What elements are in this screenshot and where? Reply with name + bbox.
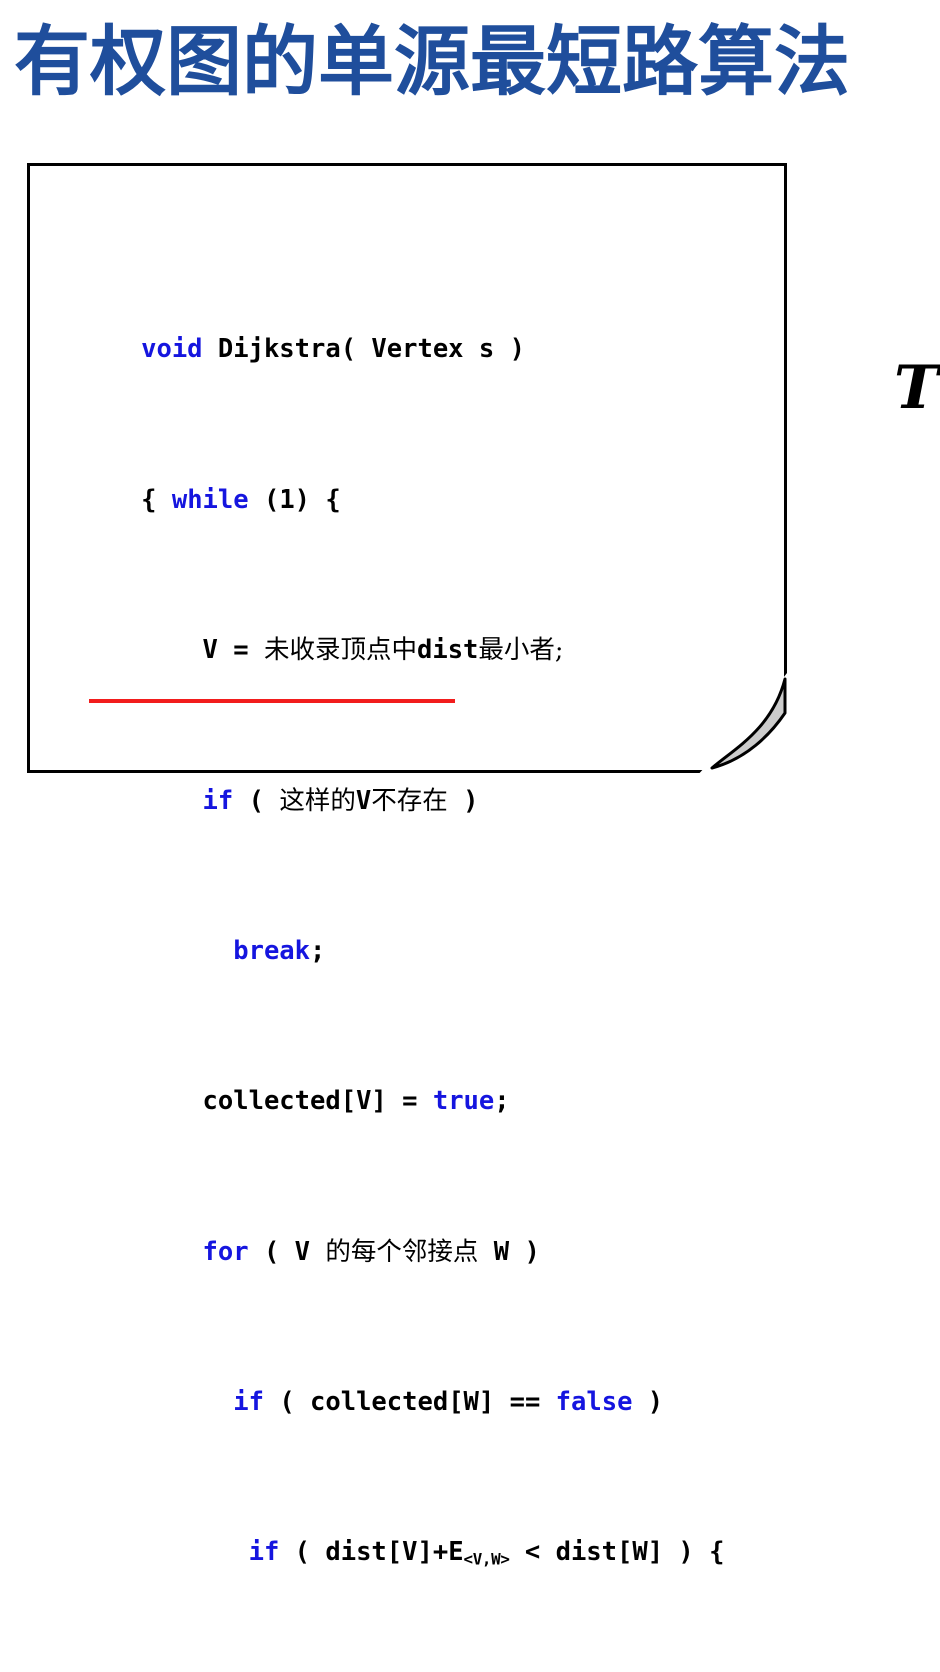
code-text: ; bbox=[310, 935, 326, 966]
code-line-1: void Dijkstra( Vertex s ) bbox=[49, 294, 779, 364]
right-edge-glyph: T bbox=[894, 353, 939, 423]
code-text: { bbox=[141, 484, 172, 515]
code-text: ( V bbox=[248, 1236, 326, 1267]
code-line-10: dist[W] = dist[V] + E<V,W> ; bbox=[49, 1647, 779, 1672]
code-line-6: collected[V] = true; bbox=[49, 1046, 779, 1116]
keyword-true: true bbox=[432, 1086, 495, 1117]
code-text: collected[V] = bbox=[202, 1086, 433, 1117]
code-chinese-text: 最小者 bbox=[478, 635, 555, 666]
code-line-3: V = 未收录顶点中dist最小者; bbox=[49, 595, 779, 703]
code-line-8: if ( collected[W] == false ) bbox=[49, 1346, 779, 1417]
keyword-break: break bbox=[233, 935, 311, 966]
keyword-if: if bbox=[248, 1537, 280, 1568]
code-card: void Dijkstra( Vertex s ) { while (1) { … bbox=[27, 163, 787, 1569]
page-title: 有权图的单源最短路算法 bbox=[14, 17, 850, 106]
code-chinese-text: 这样的 bbox=[279, 785, 356, 816]
keyword-if: if bbox=[233, 1387, 264, 1417]
code-text: ; bbox=[494, 1086, 510, 1117]
code-text: (1) { bbox=[248, 484, 341, 515]
code-text: ) bbox=[447, 785, 479, 816]
code-chinese-text: 不存在 bbox=[371, 785, 448, 816]
code-text: dist bbox=[416, 635, 479, 666]
code-line-5: break; bbox=[49, 895, 779, 966]
code-text: Dijkstra( Vertex s ) bbox=[202, 334, 525, 365]
edge-subscript: <V,W> bbox=[463, 1550, 510, 1570]
keyword-false: false bbox=[555, 1387, 633, 1417]
code-text: ( collected[W] == bbox=[263, 1387, 556, 1417]
code-line-9: if ( dist[V]+E<V,W> < dist[W] ) { bbox=[49, 1497, 779, 1569]
code-listing: void Dijkstra( Vertex s ) { while (1) { … bbox=[49, 181, 779, 1672]
code-text: ; bbox=[554, 635, 564, 666]
code-chinese-text: 的每个邻接点 bbox=[325, 1236, 479, 1267]
code-text: ) bbox=[632, 1387, 664, 1417]
red-underline-1 bbox=[89, 698, 455, 703]
code-text: V bbox=[355, 785, 372, 816]
code-chinese-text: 未收录顶点中 bbox=[263, 635, 417, 666]
code-text: ( bbox=[233, 785, 280, 816]
code-line-2: { while (1) { bbox=[49, 444, 779, 515]
keyword-while: while bbox=[171, 484, 249, 515]
code-text: < dist[W] ) { bbox=[509, 1537, 725, 1568]
keyword-if: if bbox=[202, 785, 234, 816]
keyword-for: for bbox=[202, 1236, 249, 1267]
code-text: V = bbox=[202, 635, 264, 666]
code-line-4: if ( 这样的V不存在 ) bbox=[49, 745, 779, 816]
code-text: ( dist[V]+E bbox=[279, 1537, 464, 1568]
keyword-void: void bbox=[141, 334, 203, 365]
code-line-7: for ( V 的每个邻接点 W ) bbox=[49, 1196, 779, 1267]
code-text: W ) bbox=[478, 1236, 540, 1267]
